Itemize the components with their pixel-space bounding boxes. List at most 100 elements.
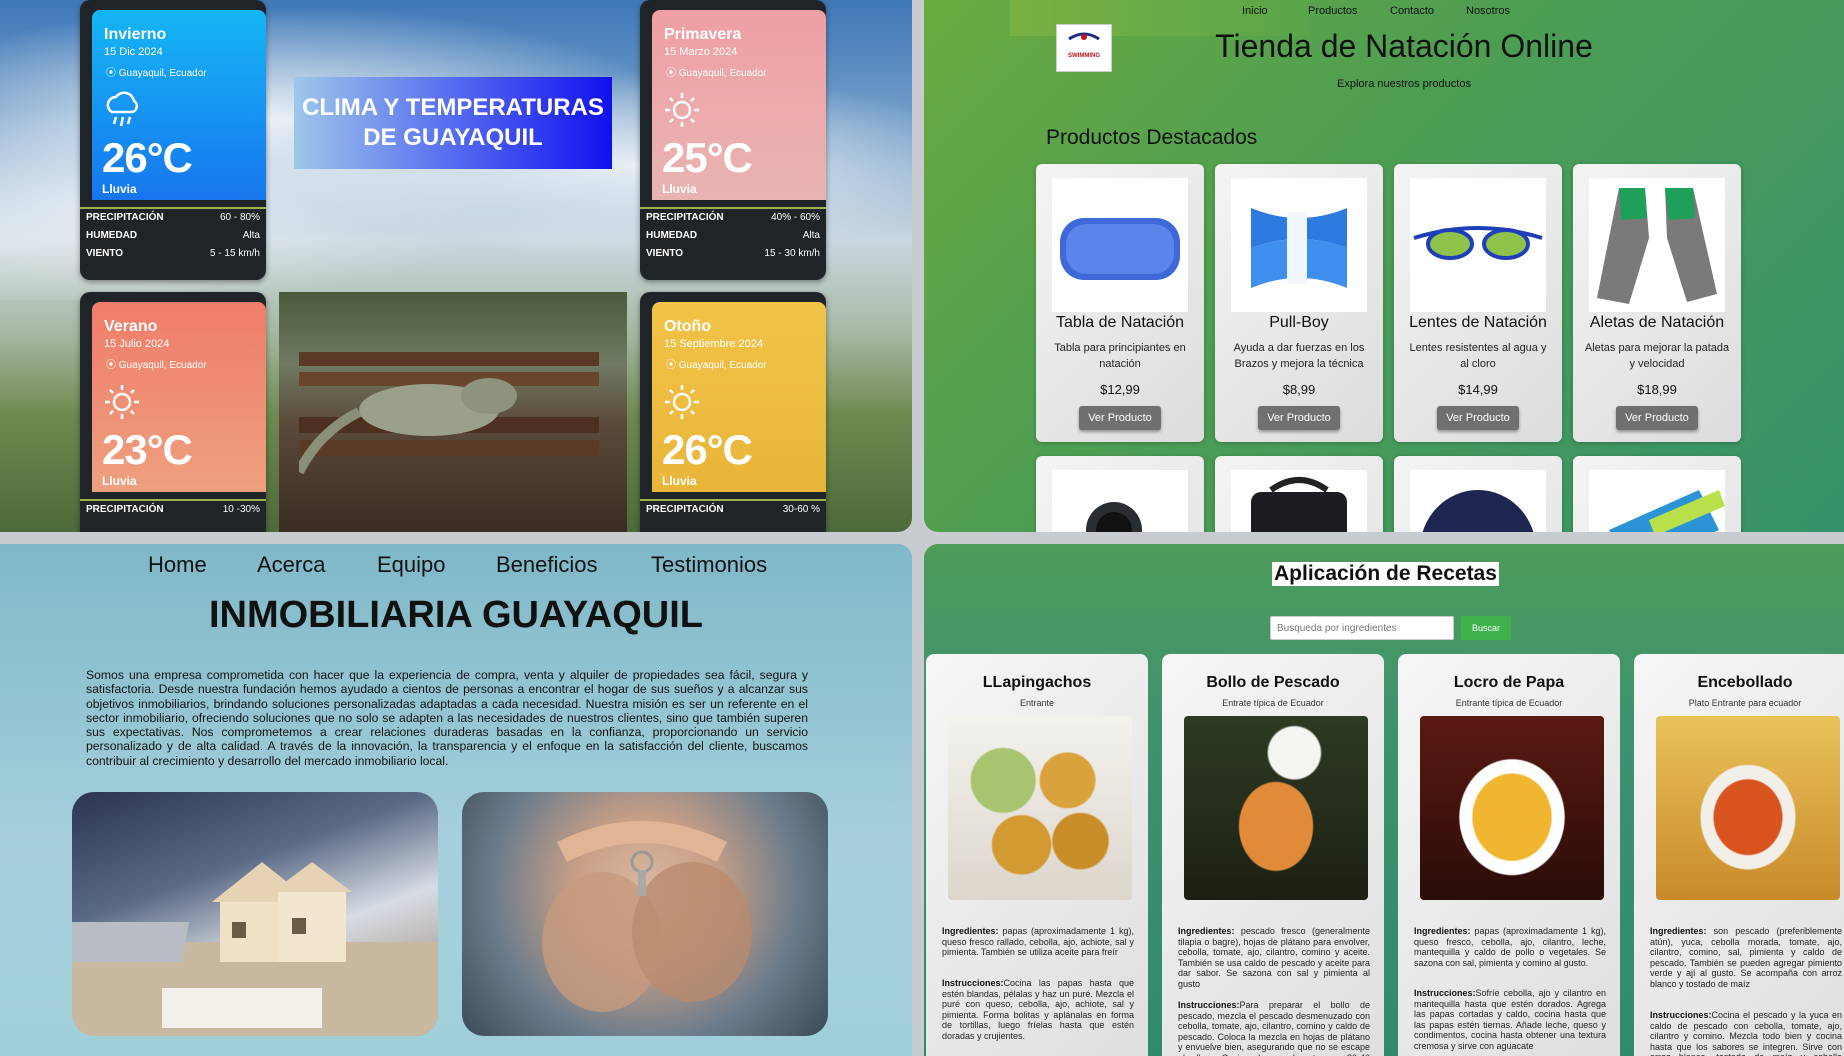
- weather-card-winter: Invierno 15 Dic 2024 ⦿ Guayaquil, Ecuado…: [80, 0, 266, 280]
- condition: Lluvia: [102, 182, 137, 196]
- page-subtitle: Explora nuestros productos: [1337, 78, 1471, 90]
- location-label: ⦿ Guayaquil, Ecuador: [106, 360, 207, 371]
- nav-productos[interactable]: Productos: [1308, 5, 1358, 17]
- product-image: [1231, 470, 1367, 532]
- recipe-type: Entrate típica de Ecuador: [1222, 698, 1324, 708]
- rain-icon: [106, 91, 139, 127]
- recipe-instructions: Instrucciones:Para preparar el bollo de …: [1178, 1000, 1370, 1056]
- recipe-image: [1420, 716, 1604, 900]
- recipe-ingredients: Ingredientes: son pescado (preferiblemen…: [1650, 926, 1842, 989]
- recipes-page: Aplicación de Recetas Buscar LLapingacho…: [924, 544, 1844, 1056]
- temperature: 26°C: [102, 134, 193, 181]
- weather-stats: PRECIPITACIÓN 30-60 %: [640, 499, 826, 519]
- recipe-name: Locro de Papa: [1453, 674, 1565, 691]
- view-product-button[interactable]: Ver Producto: [1258, 406, 1340, 430]
- recipe-instructions: Instrucciones:Cocina el pescado y la yuc…: [1650, 1010, 1842, 1056]
- page-title: Aplicación de Recetas: [1272, 562, 1499, 586]
- weather-card-autumn: Otoño 15 Septiembre 2024 ⦿ Guayaquil, Ec…: [640, 292, 826, 532]
- condition: Lluvia: [662, 474, 697, 488]
- couple-keys-photo: [462, 792, 828, 1036]
- product-price: $12,99: [1100, 382, 1140, 397]
- sun-icon: [665, 93, 699, 127]
- swim-shop-page: Inicio Productos Contacto Nosotros SWIMM…: [924, 0, 1844, 532]
- weather-stats: PRECIPITACIÓN 60 - 80% HUMEDAD Alta VIENTO…: [80, 207, 266, 263]
- recipe-name: Bollo de Pescado: [1206, 674, 1340, 691]
- product-image: [1410, 178, 1546, 312]
- temperature: 25°C: [662, 134, 753, 181]
- page-title-banner: CLIMA Y TEMPERATURAS DE GUAYAQUIL: [294, 77, 612, 169]
- nav-bar: Home Acerca Equipo Beneficios Testimonio…: [0, 552, 912, 582]
- weather-card-spring: Primavera 15 Marzo 2024 ⦿ Guayaquil, Ecu…: [640, 0, 826, 280]
- recipe-type: Entrante típica de Ecuador: [1455, 698, 1563, 708]
- season-date: 15 Septiembre 2024: [664, 338, 764, 350]
- condition: Lluvia: [662, 182, 697, 196]
- product-desc: Lentes resistentes al agua y al cloro: [1409, 342, 1547, 370]
- product-card: [1573, 456, 1741, 532]
- product-image: [1231, 178, 1367, 312]
- nav-contacto[interactable]: Contacto: [1390, 5, 1434, 17]
- recipe-image: [948, 716, 1132, 900]
- product-desc: Tabla para principiantes en natación: [1054, 342, 1186, 370]
- product-image: [1052, 470, 1188, 532]
- sun-icon: [105, 385, 139, 419]
- weather-stats: PRECIPITACIÓN 40% - 60% HUMEDAD Alta VIENT…: [640, 207, 826, 263]
- product-card: [1215, 456, 1383, 532]
- recipe-ingredients: Ingredientes: papas (aproximadamente 1 k…: [1414, 926, 1606, 968]
- condition: Lluvia: [102, 474, 137, 488]
- page-title: Tienda de Natación Online: [1215, 28, 1593, 64]
- product-image: [1052, 178, 1188, 312]
- season-name: Verano: [104, 318, 158, 335]
- product-image: [1410, 470, 1546, 532]
- house-model-photo: [72, 792, 438, 1036]
- iguana-photo: [279, 292, 627, 532]
- nav-testimonios[interactable]: Testimonios: [651, 552, 767, 578]
- recipe-ingredients: Ingredientes: papas (aproximadamente 1 k…: [942, 926, 1134, 957]
- product-price: $18,99: [1637, 382, 1677, 397]
- location-label: ⦿ Guayaquil, Ecuador: [106, 68, 207, 79]
- product-desc: Aletas para mejorar la patada y velocida…: [1584, 342, 1730, 370]
- recipe-image: [1656, 716, 1840, 900]
- recipe-instructions: Instrucciones:Sofríe cebolla, ajo y cila…: [1414, 988, 1606, 1051]
- nav-beneficios[interactable]: Beneficios: [496, 552, 598, 578]
- season-date: 15 Julio 2024: [104, 338, 170, 350]
- weather-stats: PRECIPITACIÓN 10 -30%: [80, 499, 266, 519]
- nav-home[interactable]: Home: [148, 552, 207, 578]
- product-name: Aletas de Natación: [1589, 314, 1725, 331]
- season-name: Invierno: [104, 26, 167, 43]
- recipe-card: Encebollado Plato Entrante para ecuador …: [1634, 654, 1844, 1056]
- nav-equipo[interactable]: Equipo: [377, 552, 446, 578]
- product-price: $8,99: [1282, 382, 1316, 397]
- recipe-type: Entrante: [1019, 698, 1055, 708]
- product-card: Lentes de Natación Lentes resistentes al…: [1394, 164, 1562, 442]
- nav-acerca[interactable]: Acerca: [257, 552, 325, 578]
- product-card: Pull-Boy Ayuda a dar fuerzas en los Braz…: [1215, 164, 1383, 442]
- page-title: INMOBILIARIA GUAYAQUIL: [208, 594, 704, 636]
- view-product-button[interactable]: Ver Producto: [1079, 406, 1161, 430]
- search-button[interactable]: Buscar: [1461, 616, 1511, 640]
- weather-page: Invierno 15 Dic 2024 ⦿ Guayaquil, Ecuado…: [0, 0, 912, 532]
- recipe-card: LLapingachos Entrante Ingredientes: papa…: [926, 654, 1148, 1056]
- product-price: $14,99: [1458, 382, 1498, 397]
- recipe-image: [1184, 716, 1368, 900]
- product-name: Lentes de Natación: [1409, 314, 1547, 331]
- product-name: Tabla de Natación: [1055, 314, 1185, 331]
- nav-nosotros[interactable]: Nosotros: [1466, 5, 1510, 17]
- nav-inicio[interactable]: Inicio: [1242, 5, 1268, 17]
- product-card: [1036, 456, 1204, 532]
- ingredient-search-input[interactable]: [1270, 616, 1454, 640]
- sun-icon: [665, 385, 699, 419]
- season-name: Otoño: [664, 318, 712, 335]
- temperature: 23°C: [102, 426, 193, 473]
- recipe-card: Bollo de Pescado Entrate típica de Ecuad…: [1162, 654, 1384, 1056]
- section-title: Productos Destacados: [1046, 126, 1258, 149]
- recipe-ingredients: Ingredientes: pescado fresco (generalmen…: [1178, 926, 1370, 989]
- season-name: Primavera: [664, 26, 742, 43]
- view-product-button[interactable]: Ver Producto: [1616, 406, 1698, 430]
- recipe-card: Locro de Papa Entrante típica de Ecuador…: [1398, 654, 1620, 1056]
- recipe-name: Encebollado: [1697, 674, 1793, 691]
- product-desc: Ayuda a dar fuerzas en los Brazos y mejo…: [1233, 342, 1365, 370]
- weather-card-summer: Verano 15 Julio 2024 ⦿ Guayaquil, Ecuado…: [80, 292, 266, 532]
- view-product-button[interactable]: Ver Producto: [1437, 406, 1519, 430]
- product-card: Tabla de Natación Tabla para principiant…: [1036, 164, 1204, 442]
- location-label: ⦿ Guayaquil, Ecuador: [666, 68, 767, 79]
